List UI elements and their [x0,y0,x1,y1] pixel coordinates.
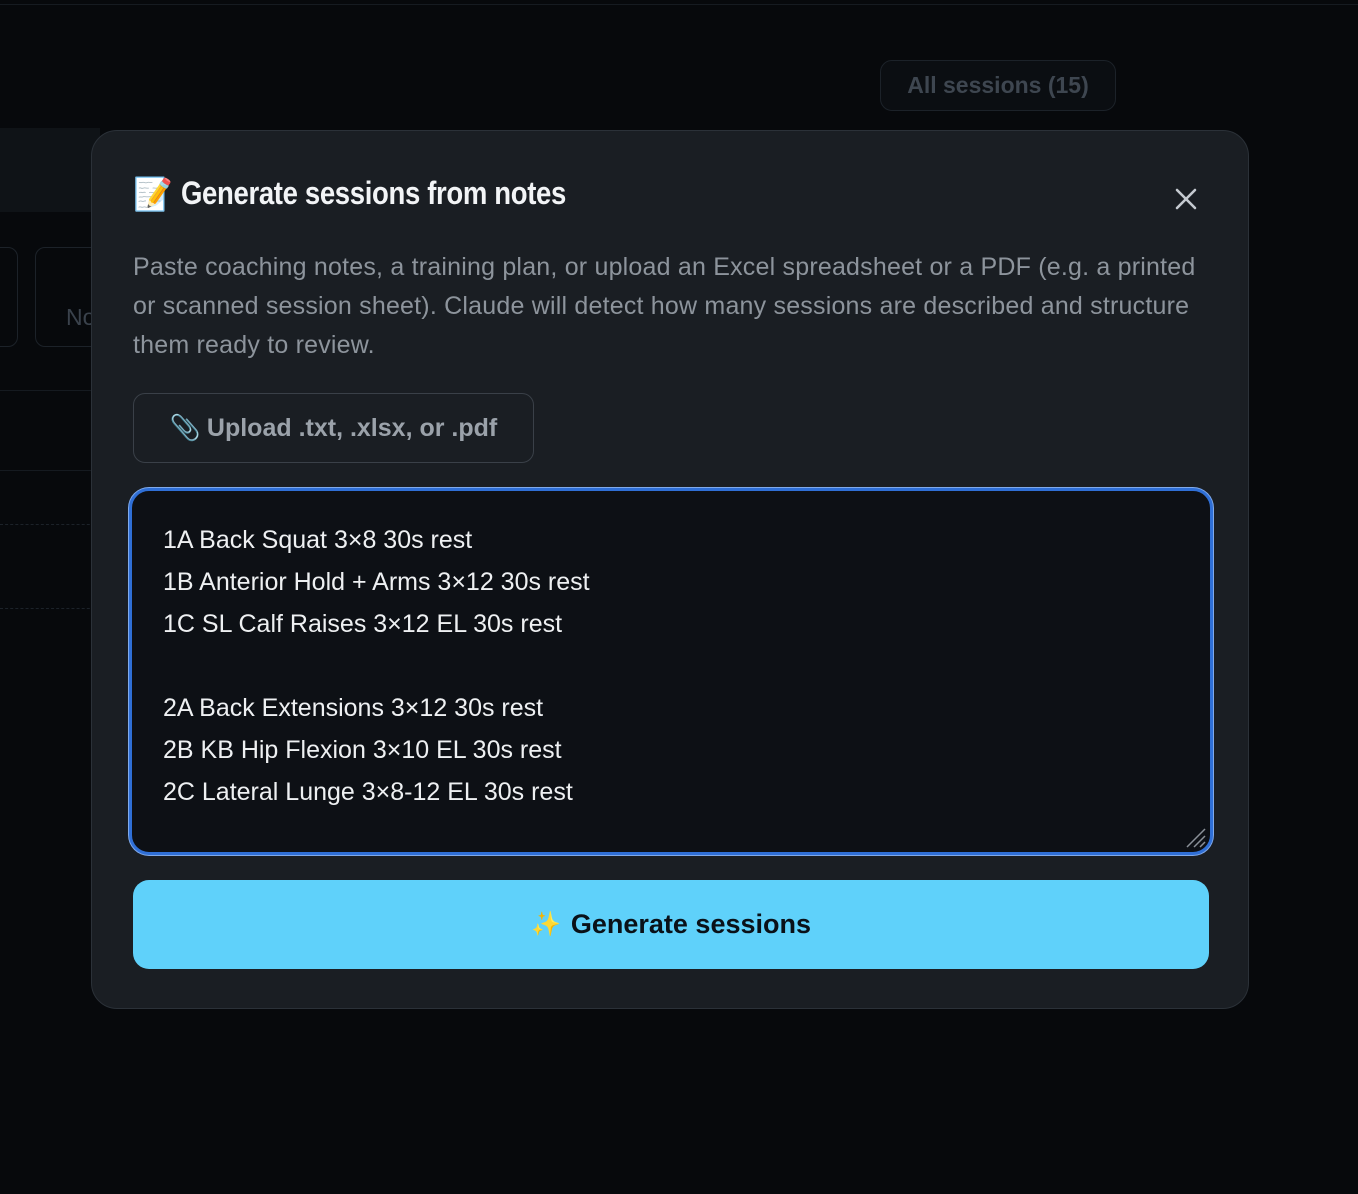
background-divider [0,470,100,471]
upload-file-button[interactable]: 📎 Upload .txt, .xlsx, or .pdf [133,393,534,463]
modal-title: 📝 Generate sessions from notes [133,175,628,212]
close-button[interactable] [1170,183,1202,215]
background-dashed-divider [0,524,100,525]
paperclip-icon: 📎 [169,413,201,442]
sparkles-icon: ✨ [530,911,561,938]
resize-handle-icon[interactable] [1181,823,1207,849]
close-icon [1175,188,1197,210]
modal-title-text: Generate sessions from notes [180,175,566,211]
generate-sessions-modal: 📝 Generate sessions from notes Paste coa… [91,130,1249,1009]
notes-textarea[interactable]: 1A Back Squat 3×8 30s rest 1B Anterior H… [132,491,1210,852]
notes-textarea-wrapper: 1A Back Squat 3×8 30s rest 1B Anterior H… [129,488,1213,855]
background-card [0,247,18,347]
background-divider [0,390,100,391]
all-sessions-tab: All sessions (15) [880,60,1116,111]
memo-icon: 📝 [133,175,173,212]
generate-button-label: Generate sessions [570,909,812,939]
background-header-band [0,128,100,212]
background-dashed-divider [0,608,100,609]
modal-description: Paste coaching notes, a training plan, o… [133,253,1196,359]
top-divider [0,4,1358,5]
upload-button-label: Upload .txt, .xlsx, or .pdf [206,413,498,442]
generate-sessions-button[interactable]: ✨ Generate sessions [133,880,1209,969]
